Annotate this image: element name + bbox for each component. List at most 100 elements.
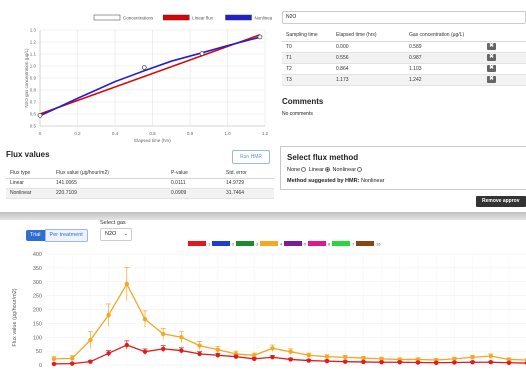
data-point <box>257 34 263 40</box>
flux-values-title: Flux values <box>6 150 50 159</box>
data-point <box>51 361 57 367</box>
x-axis-label: Elapsed time (hrs) <box>134 138 171 143</box>
cell: 0.000 <box>332 41 405 53</box>
cell: 14.9729 <box>222 178 274 189</box>
col-elapsed-time: Elapsed time (hrs) <box>332 30 405 42</box>
y-tick-label: 0.9 <box>30 76 37 81</box>
legend-label: 7 <box>352 242 355 247</box>
y-tick-label: 400 <box>33 252 42 258</box>
legend-label: 2 <box>232 242 235 247</box>
legend-label: 4 <box>280 242 283 247</box>
data-point <box>379 360 384 365</box>
col-sampling-time: Sampling time <box>282 30 332 42</box>
data-point <box>270 355 275 360</box>
cell: 141.0065 <box>52 178 167 189</box>
data-point <box>37 112 43 118</box>
legend-label: Linear flux <box>192 16 214 21</box>
col-flux-value: Flux value (μg/hour/m2) <box>52 168 167 179</box>
top-panel: 0.5 0.6 0.7 0.8 0.9 1.0 1.1 1.2 1.3 0 0.2 0.4 0.6 0.8… <box>0 0 526 213</box>
data-point <box>324 358 330 364</box>
y-tick-label: 350 <box>33 266 42 272</box>
bottom-panel: Select gas Trial Per treatment N2O ⌄ 1234… <box>0 220 526 374</box>
table-row: Nonlinear 220.7109 0.0909 31.7464 <box>6 188 274 199</box>
data-point <box>470 355 475 360</box>
flux-method-options: None Linear Nonlinear <box>287 167 363 173</box>
col-std-error: Std. error <box>222 168 274 179</box>
suggestion-label: Method suggested by HMR: <box>287 178 360 184</box>
data-point <box>124 342 129 348</box>
comments-title: Comments <box>282 97 324 106</box>
option-none[interactable]: None <box>287 167 307 173</box>
cell: T2 <box>282 63 332 75</box>
gas-dropdown-value: N2O <box>105 231 117 237</box>
data-point <box>488 360 493 365</box>
cell: 220.7109 <box>52 188 167 199</box>
legend-swatch <box>284 241 302 246</box>
legend-label: Nonlinear flux <box>255 16 273 21</box>
data-point <box>141 65 147 70</box>
data-point <box>470 360 475 365</box>
flux-method-title: Select flux method <box>287 153 359 162</box>
y-tick-label: 1.1 <box>30 52 37 57</box>
y-tick-label: 250 <box>33 294 42 300</box>
col-gas-concentration: Gas concentration (μg/L) <box>405 30 483 42</box>
cell: 31.7464 <box>222 188 274 199</box>
radio-nonlinear[interactable] <box>357 167 363 173</box>
option-linear[interactable]: Linear <box>309 167 331 173</box>
delete-icon[interactable]: ✖ <box>487 76 496 83</box>
data-point <box>106 312 111 318</box>
data-point <box>215 353 220 358</box>
data-point <box>361 355 366 361</box>
legend-label: 1 <box>208 242 211 247</box>
remove-approval-button[interactable]: Remove approv <box>476 196 526 207</box>
data-point <box>434 360 439 365</box>
run-hmr-button[interactable]: Run HMR <box>232 150 270 164</box>
data-point <box>179 335 184 340</box>
suggestion-value: Nonlinear <box>360 178 385 184</box>
data-point <box>415 360 421 365</box>
legend-swatch <box>188 241 206 246</box>
cell: 1.173 <box>332 74 405 86</box>
col-flux-type: Flux type <box>6 168 52 179</box>
legend-swatch <box>212 241 230 246</box>
delete-icon[interactable]: ✖ <box>487 65 496 72</box>
gas-select[interactable]: N2O <box>282 11 526 24</box>
cell: 1.242 <box>405 74 483 86</box>
y-tick-label: 1.2 <box>30 40 37 45</box>
data-point <box>179 348 184 353</box>
cell: T1 <box>282 52 332 64</box>
y-axis-label: N2O gas concentration (μg/L) <box>24 48 29 108</box>
radio-linear[interactable] <box>324 167 330 173</box>
legend-label: 6 <box>328 242 331 247</box>
legend-swatch <box>225 14 252 21</box>
y-axis-label: Flux value (μg/hour/m2) <box>12 288 18 346</box>
data-point <box>197 351 202 357</box>
legend-swatch <box>236 241 254 246</box>
option-nonlinear[interactable]: Nonlinear <box>333 167 364 173</box>
col-actions <box>483 30 526 42</box>
cell: 1.103 <box>405 63 483 75</box>
legend-swatch <box>93 14 121 21</box>
cell: T3 <box>282 74 332 86</box>
data-point <box>288 349 293 354</box>
concentration-table: Sampling time Elapsed time (hrs) Gas con… <box>282 30 526 86</box>
data-point <box>161 331 166 337</box>
data-point <box>197 343 202 348</box>
gas-select-value: N2O <box>286 14 297 20</box>
table-row: T1 0.556 0.987 ✖ <box>282 52 526 64</box>
legend-label: Concentrations <box>123 16 154 21</box>
radio-none[interactable] <box>301 167 307 173</box>
data-point <box>343 359 348 364</box>
legend-swatch <box>332 241 350 246</box>
data-point <box>488 353 493 359</box>
y-tick-label: 150 <box>33 321 42 327</box>
hmr-suggestion: Method suggested by HMR: Nonlinear <box>287 178 385 184</box>
legend-label: 3 <box>256 242 259 247</box>
cell: 0.0111 <box>167 178 222 189</box>
y-tick-label: 0.8 <box>30 88 37 93</box>
delete-icon[interactable]: ✖ <box>487 43 496 50</box>
delete-icon[interactable]: ✖ <box>487 54 496 61</box>
table-row: T2 0.864 1.103 ✖ <box>282 63 526 75</box>
data-point <box>452 360 457 365</box>
x-tick-label: 0.6 <box>149 131 156 136</box>
